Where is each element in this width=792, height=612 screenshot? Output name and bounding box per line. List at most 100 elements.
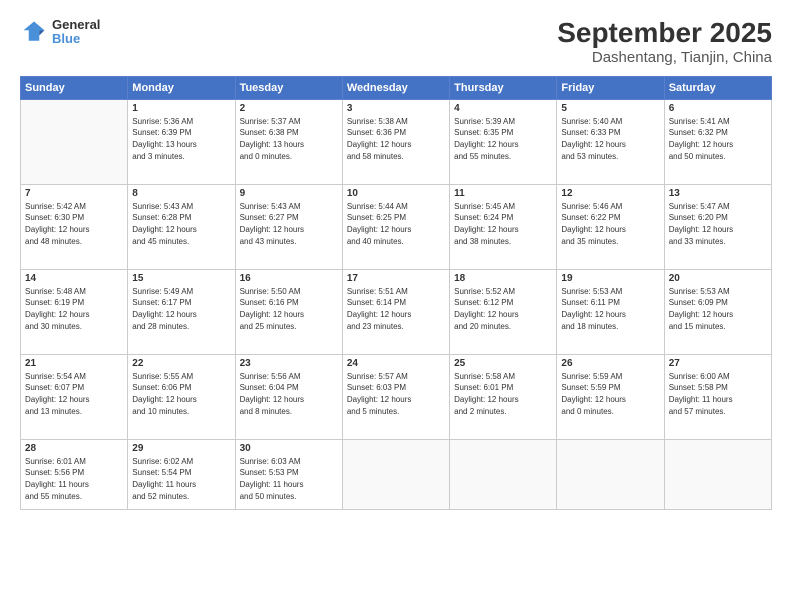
weekday-header-sunday: Sunday [21,76,128,99]
calendar-table: SundayMondayTuesdayWednesdayThursdayFrid… [20,76,772,510]
header: General Blue September 2025 Dashentang, … [20,18,772,66]
calendar-cell: 10Sunrise: 5:44 AM Sunset: 6:25 PM Dayli… [342,184,449,269]
day-info: Sunrise: 6:03 AM Sunset: 5:53 PM Dayligh… [240,456,338,502]
weekday-header-row: SundayMondayTuesdayWednesdayThursdayFrid… [21,76,772,99]
day-info: Sunrise: 5:46 AM Sunset: 6:22 PM Dayligh… [561,201,659,247]
calendar-cell: 25 Sunrise: 5:58 AM Sunset: 6:01 PM Dayli… [450,354,557,439]
day-number: 14 [25,273,123,284]
calendar-cell: 2 Sunrise: 5:37 AM Sunset: 6:38 PM Daylig… [235,99,342,184]
calendar-cell: 24 Sunrise: 5:57 AM Sunset: 6:03 PM Dayli… [342,354,449,439]
calendar-cell: 20 Sunrise: 5:53 AM Sunset: 6:09 PM Dayli… [664,269,771,354]
day-number: 3 [347,103,445,114]
calendar-cell: 21 Sunrise: 5:54 AM Sunset: 6:07 PM Dayli… [21,354,128,439]
calendar-cell: 16Sunrise: 5:50 AM Sunset: 6:16 PM Dayli… [235,269,342,354]
week-row-4: 21 Sunrise: 5:54 AM Sunset: 6:07 PM Dayli… [21,354,772,439]
day-number: 11 [454,188,552,199]
day-info: Sunrise: 6:02 AM Sunset: 5:54 PM Dayligh… [132,456,230,502]
day-info: Sunrise: 5:42 AM Sunset: 6:30 PM Dayligh… [25,201,123,247]
calendar-cell: 19Sunrise: 5:53 AM Sunset: 6:11 PM Dayli… [557,269,664,354]
calendar-cell [450,439,557,509]
day-number: 9 [240,188,338,199]
day-info: Sunrise: 5:43 AM Sunset: 6:27 PM Dayligh… [240,201,338,247]
weekday-header-thursday: Thursday [450,76,557,99]
day-number: 22 [132,358,230,369]
calendar-cell: 4Sunrise: 5:39 AM Sunset: 6:35 PM Daylig… [450,99,557,184]
day-number: 23 [240,358,338,369]
calendar-cell: 11 Sunrise: 5:45 AM Sunset: 6:24 PM Dayli… [450,184,557,269]
week-row-1: 1 Sunrise: 5:36 AM Sunset: 6:39 PM Daylig… [21,99,772,184]
day-number: 8 [132,188,230,199]
day-number: 20 [669,273,767,284]
day-info: Sunrise: 5:59 AM Sunset: 5:59 PM Dayligh… [561,371,659,417]
calendar-cell: 7Sunrise: 5:42 AM Sunset: 6:30 PM Daylig… [21,184,128,269]
day-info: Sunrise: 5:49 AM Sunset: 6:17 PM Dayligh… [132,286,230,332]
weekday-header-saturday: Saturday [664,76,771,99]
calendar-cell: 5 Sunrise: 5:40 AM Sunset: 6:33 PM Daylig… [557,99,664,184]
day-info: Sunrise: 5:55 AM Sunset: 6:06 PM Dayligh… [132,371,230,417]
day-info: Sunrise: 5:45 AM Sunset: 6:24 PM Dayligh… [454,201,552,247]
day-info: Sunrise: 5:53 AM Sunset: 6:09 PM Dayligh… [669,286,767,332]
day-number: 25 [454,358,552,369]
day-number: 26 [561,358,659,369]
day-number: 5 [561,103,659,114]
day-info: Sunrise: 5:40 AM Sunset: 6:33 PM Dayligh… [561,116,659,162]
calendar-cell: 27 Sunrise: 6:00 AM Sunset: 5:58 PM Dayli… [664,354,771,439]
day-number: 4 [454,103,552,114]
title-block: September 2025 Dashentang, Tianjin, Chin… [557,18,772,66]
weekday-header-wednesday: Wednesday [342,76,449,99]
logo-line1: General [52,18,100,32]
day-info: Sunrise: 5:50 AM Sunset: 6:16 PM Dayligh… [240,286,338,332]
calendar-cell: 23Sunrise: 5:56 AM Sunset: 6:04 PM Dayli… [235,354,342,439]
logo: General Blue [20,18,100,47]
day-number: 30 [240,443,338,454]
calendar-cell: 1 Sunrise: 5:36 AM Sunset: 6:39 PM Daylig… [128,99,235,184]
calendar-cell [557,439,664,509]
day-info: Sunrise: 5:41 AM Sunset: 6:32 PM Dayligh… [669,116,767,162]
day-number: 29 [132,443,230,454]
day-number: 17 [347,273,445,284]
day-info: Sunrise: 5:54 AM Sunset: 6:07 PM Dayligh… [25,371,123,417]
day-info: Sunrise: 5:38 AM Sunset: 6:36 PM Dayligh… [347,116,445,162]
day-info: Sunrise: 5:36 AM Sunset: 6:39 PM Dayligh… [132,116,230,162]
calendar-cell: 15 Sunrise: 5:49 AM Sunset: 6:17 PM Dayli… [128,269,235,354]
calendar-cell [342,439,449,509]
calendar-cell: 18 Sunrise: 5:52 AM Sunset: 6:12 PM Dayli… [450,269,557,354]
calendar-subtitle: Dashentang, Tianjin, China [557,49,772,66]
calendar-cell: 22 Sunrise: 5:55 AM Sunset: 6:06 PM Dayli… [128,354,235,439]
day-number: 21 [25,358,123,369]
calendar-cell: 30 Sunrise: 6:03 AM Sunset: 5:53 PM Dayli… [235,439,342,509]
calendar-cell: 8 Sunrise: 5:43 AM Sunset: 6:28 PM Daylig… [128,184,235,269]
calendar-cell: 28Sunrise: 6:01 AM Sunset: 5:56 PM Dayli… [21,439,128,509]
calendar-cell [21,99,128,184]
week-row-2: 7Sunrise: 5:42 AM Sunset: 6:30 PM Daylig… [21,184,772,269]
day-info: Sunrise: 5:37 AM Sunset: 6:38 PM Dayligh… [240,116,338,162]
day-number: 12 [561,188,659,199]
calendar-cell: 3 Sunrise: 5:38 AM Sunset: 6:36 PM Daylig… [342,99,449,184]
logo-line2: Blue [52,32,100,46]
weekday-header-friday: Friday [557,76,664,99]
calendar-cell: 14Sunrise: 5:48 AM Sunset: 6:19 PM Dayli… [21,269,128,354]
day-number: 1 [132,103,230,114]
day-info: Sunrise: 5:53 AM Sunset: 6:11 PM Dayligh… [561,286,659,332]
week-row-5: 28Sunrise: 6:01 AM Sunset: 5:56 PM Dayli… [21,439,772,509]
day-number: 10 [347,188,445,199]
day-info: Sunrise: 6:00 AM Sunset: 5:58 PM Dayligh… [669,371,767,417]
day-number: 15 [132,273,230,284]
day-info: Sunrise: 5:43 AM Sunset: 6:28 PM Dayligh… [132,201,230,247]
calendar-title: September 2025 [557,18,772,49]
calendar-cell: 29 Sunrise: 6:02 AM Sunset: 5:54 PM Dayli… [128,439,235,509]
calendar-cell: 26 Sunrise: 5:59 AM Sunset: 5:59 PM Dayli… [557,354,664,439]
day-number: 2 [240,103,338,114]
day-number: 28 [25,443,123,454]
day-info: Sunrise: 5:52 AM Sunset: 6:12 PM Dayligh… [454,286,552,332]
day-number: 24 [347,358,445,369]
weekday-header-monday: Monday [128,76,235,99]
day-number: 13 [669,188,767,199]
calendar-cell: 9 Sunrise: 5:43 AM Sunset: 6:27 PM Daylig… [235,184,342,269]
day-info: Sunrise: 5:57 AM Sunset: 6:03 PM Dayligh… [347,371,445,417]
day-number: 27 [669,358,767,369]
day-info: Sunrise: 5:58 AM Sunset: 6:01 PM Dayligh… [454,371,552,417]
day-number: 18 [454,273,552,284]
weekday-header-tuesday: Tuesday [235,76,342,99]
calendar-cell: 12 Sunrise: 5:46 AM Sunset: 6:22 PM Dayli… [557,184,664,269]
